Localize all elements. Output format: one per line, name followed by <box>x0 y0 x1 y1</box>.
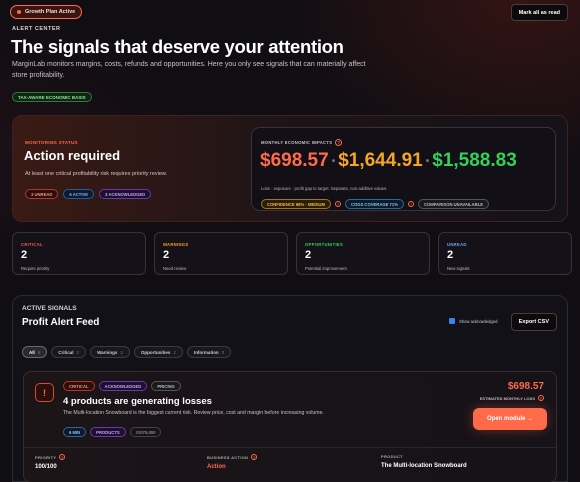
meta-business-action: BUSINESS ACTION? Action <box>207 454 258 470</box>
show-acknowledged-toggle[interactable]: Show acknowledged <box>449 318 497 324</box>
card-label: WARNINGS <box>163 242 189 247</box>
meta-label: PRIORITY <box>35 454 57 460</box>
monitoring-status-panel: MONITORING STATUS Action required At lea… <box>12 115 568 222</box>
economic-impacts-panel: MONTHLY ECONOMIC IMPACTS? $698.57 • $1,6… <box>251 127 556 211</box>
card-value: 2 <box>163 249 170 261</box>
page-lead: MarginLab monitors margins, costs, refun… <box>12 61 366 79</box>
filter-label: Opportunities <box>140 349 171 355</box>
help-icon[interactable]: ? <box>334 201 341 207</box>
monitoring-status-label: MONITORING STATUS <box>25 140 78 145</box>
tax-basis-badge: TAX-AWARE ECONOMIC BASIS <box>12 92 92 102</box>
card-value: 2 <box>21 249 28 261</box>
card-critical[interactable]: CRITICAL 2 Require priority <box>12 232 146 275</box>
separator-dot: • <box>425 155 430 167</box>
status-description: At least one critical profitability risk… <box>25 171 168 177</box>
alert-feed-panel: ACTIVE SIGNALS Profit Alert Feed Show ac… <box>12 295 568 482</box>
filter-count: 2 <box>76 349 80 355</box>
filter-label: Information <box>193 349 219 355</box>
meta-product: PRODUCT The Multi-location Snowboard <box>381 454 467 469</box>
filter-count: 2 <box>120 349 123 355</box>
tag-pricing: PRICING <box>151 381 181 391</box>
filter-label: Warnings <box>97 349 118 355</box>
filter-critical[interactable]: Critical 2 <box>51 346 87 358</box>
exposure-amount: $1,644.91 <box>338 150 423 171</box>
mark-all-read-button[interactable]: Mark all as read <box>510 4 568 21</box>
acknowledged-count-chip[interactable]: 3 ACKNOWLEDGED <box>99 189 152 199</box>
meta-priority: PRIORITY? 100/100 <box>35 454 66 470</box>
filter-tabs: All 6 Critical 2 Warnings 2 Opportunities 2 … <box>22 346 232 358</box>
help-icon[interactable]: ? <box>407 201 414 207</box>
card-label: CRITICAL <box>21 242 43 247</box>
unread-count-chip[interactable]: 3 UNREAD <box>25 189 59 199</box>
card-opportunities[interactable]: OPPORTUNITIES 2 Potential improvement <box>296 232 430 275</box>
impact-amounts: $698.57 • $1,644.91 • $1,588.83 <box>260 150 517 172</box>
divider <box>24 447 556 448</box>
impacts-label: MONTHLY ECONOMIC IMPACTS? <box>261 139 343 146</box>
alert-amount: $698.57 <box>507 381 544 392</box>
filter-label: All <box>29 349 35 355</box>
page-eyebrow: ALERT CENTER <box>12 26 61 32</box>
meta-value: 100/100 <box>35 464 57 470</box>
filter-label: Critical <box>58 349 74 355</box>
filter-opportunities[interactable]: Opportunities 2 <box>133 346 183 358</box>
card-unread[interactable]: UNREAD 2 New signals <box>438 232 572 275</box>
show-acknowledged-label: Show acknowledged <box>459 318 498 324</box>
status-title: Action required <box>24 148 121 163</box>
loss-amount: $698.57 <box>260 150 329 171</box>
card-value: 2 <box>447 249 454 261</box>
filter-all[interactable]: All 6 <box>22 346 48 358</box>
summary-cards: CRITICAL 2 Require priority WARNINGS 2 Need … <box>12 232 572 275</box>
meta-label: BUSINESS ACTION <box>207 454 249 460</box>
meta-value: Action <box>207 464 226 470</box>
amount-label-text: ESTIMATED MONTHLY LOSS <box>479 395 535 401</box>
help-icon[interactable]: ? <box>251 454 258 460</box>
feed-eyebrow: ACTIVE SIGNALS <box>22 305 77 312</box>
help-icon[interactable]: ? <box>538 395 544 401</box>
impacts-label-text: MONTHLY ECONOMIC IMPACTS <box>261 140 333 145</box>
meta-value: The Multi-location Snowboard <box>381 463 467 469</box>
separator-dot: • <box>331 155 336 167</box>
alert-title: 4 products are generating losses <box>63 396 212 407</box>
tag-time: 6 MIN <box>63 427 87 437</box>
warning-icon: ! <box>35 383 54 402</box>
page-title: The signals that deserve your attention <box>11 36 344 57</box>
filter-count: 6 <box>37 349 41 355</box>
filter-information[interactable]: Information 0 <box>186 346 232 358</box>
feed-title: Profit Alert Feed <box>22 317 100 328</box>
card-sub: New signals <box>447 266 470 271</box>
card-warnings[interactable]: WARNINGS 2 Need review <box>154 232 288 275</box>
confidence-chip: CONFIDENCE 68% · MEDIUM <box>261 199 331 209</box>
tag-id: #2075.000 <box>129 427 162 437</box>
plan-badge: Growth Plan Active <box>10 5 83 19</box>
export-csv-button[interactable]: Export CSV <box>510 313 557 331</box>
alert-card[interactable]: ! CRITICAL ACKNOWLEDGED PRICING 4 produc… <box>23 371 557 482</box>
card-sub: Potential improvement <box>305 266 347 271</box>
open-module-button[interactable]: Open module → <box>473 408 547 430</box>
tag-acknowledged: ACKNOWLEDGED <box>98 381 148 391</box>
card-sub: Require priority <box>21 266 50 271</box>
plan-badge-label: Growth Plan Active <box>25 9 76 15</box>
tag-critical: CRITICAL <box>63 381 95 391</box>
filter-count: 0 <box>221 349 225 355</box>
card-label: OPPORTUNITIES <box>305 242 344 247</box>
card-sub: Need review <box>163 266 187 271</box>
checkbox-icon[interactable] <box>449 318 455 324</box>
card-value: 2 <box>305 249 312 261</box>
tag-products: PRODUCTS <box>90 427 126 437</box>
status-dot-icon <box>17 10 21 14</box>
help-icon[interactable]: ? <box>59 454 66 460</box>
filter-warnings[interactable]: Warnings 2 <box>90 346 130 358</box>
meta-label: PRODUCT <box>381 454 403 459</box>
amount-label: ESTIMATED MONTHLY LOSS? <box>480 395 544 401</box>
card-label: UNREAD <box>447 242 467 247</box>
alert-description: The Multi-location Snowboard is the bigg… <box>63 410 324 416</box>
help-icon[interactable]: ? <box>335 139 343 146</box>
profit-gap-amount: $1,588.83 <box>432 150 517 171</box>
impacts-note: Loss · exposure · profit gap to target. … <box>261 186 388 191</box>
comparison-chip: COMPARISON UNAVAILABLE <box>417 199 490 209</box>
cogs-coverage-chip: COGS COVERAGE 71% <box>344 199 404 209</box>
active-count-chip[interactable]: 6 ACTIVE <box>63 189 95 199</box>
filter-count: 2 <box>173 349 176 355</box>
